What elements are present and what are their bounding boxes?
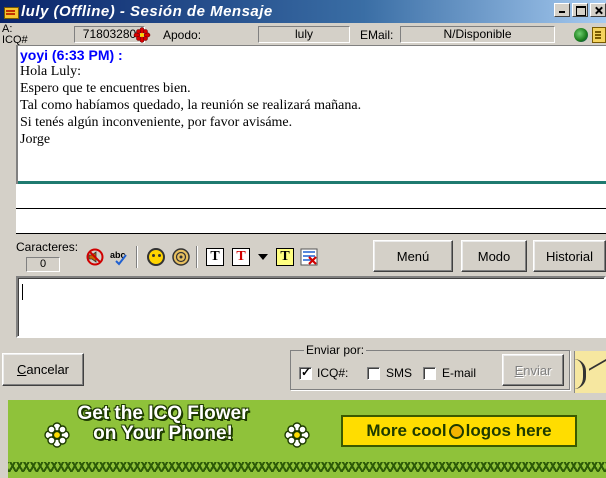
message-sender: yoyi (6:33 PM) :	[20, 47, 123, 63]
more-logos-link[interactable]: More cool logos here	[341, 415, 577, 447]
to-label-b: ICQ#	[2, 34, 28, 46]
flower-icon	[284, 422, 310, 448]
character-count-value: 0	[26, 257, 60, 272]
icq-flower-icon[interactable]	[133, 27, 151, 43]
toolbar-separator	[196, 246, 198, 268]
cancel-label-rest: ancelar	[26, 362, 70, 377]
sms-option-label: SMS	[386, 366, 413, 380]
icq-checkbox[interactable]	[299, 365, 312, 380]
banner-headline-line2: on Your Phone!	[93, 423, 233, 444]
nickname-label: Apodo:	[163, 28, 202, 42]
close-button[interactable]	[590, 3, 606, 17]
title-bar[interactable]: luly (Offline) - Sesión de Mensaje	[0, 0, 606, 23]
chevron-down-icon[interactable]	[256, 248, 270, 266]
message-line: Si tenés algún inconveniente, por favor …	[20, 115, 293, 130]
globe-icon[interactable]	[572, 27, 590, 43]
mode-button[interactable]: Modo	[461, 240, 527, 272]
sms-checkbox[interactable]	[367, 367, 380, 380]
message-line: Tal como habíamos quedado, la reunión se…	[20, 98, 362, 113]
email-checkbox[interactable]	[423, 367, 436, 380]
message-line: Espero que te encuentres bien.	[20, 81, 191, 96]
toolbar-separator	[136, 246, 138, 268]
icq-option-label: ICQ#:	[317, 366, 349, 380]
email-option-label: E-mail	[442, 366, 477, 380]
menu-button[interactable]: Menú	[373, 240, 453, 272]
email-label: EMail:	[360, 28, 394, 42]
character-count-label: Caracteres:	[16, 240, 79, 254]
divider-line	[16, 233, 606, 234]
cancel-mnemonic: C	[16, 362, 27, 377]
cta-text-part1: More cool	[366, 421, 447, 440]
nickname-field[interactable]: luly	[258, 26, 350, 43]
window-controls	[552, 3, 606, 17]
clear-formatting-icon[interactable]	[300, 248, 318, 266]
notes-icon[interactable]	[592, 27, 606, 43]
message-session-icon	[3, 5, 19, 19]
font-icon[interactable]: T	[206, 248, 224, 266]
compose-toolbar: Caracteres: 0 abc T T T Menú Modo Histor…	[0, 238, 606, 274]
history-blank-area	[16, 184, 606, 208]
banner-headline-line1: Get the ICQ Flower	[77, 403, 249, 424]
contact-header: A: ICQ# 71803280 Apodo: luly EMail: N/Di…	[0, 24, 606, 46]
smiley-logo-icon	[448, 423, 464, 439]
to-label-a: A:	[2, 23, 13, 35]
message-line: Jorge	[20, 132, 51, 147]
background-color-icon[interactable]: T	[276, 248, 294, 266]
to-label: A: ICQ#	[2, 23, 28, 46]
minimize-button[interactable]	[554, 3, 570, 17]
send-button[interactable]: Enviar	[502, 354, 564, 386]
email-field[interactable]: N/Disponible	[400, 26, 555, 43]
status-illustration	[574, 351, 606, 393]
send-label-rest: nviar	[523, 362, 552, 378]
spell-check-icon[interactable]: abc	[110, 248, 128, 266]
history-blank-area	[16, 209, 606, 233]
history-button[interactable]: Historial	[533, 240, 606, 272]
smiley-icon[interactable]	[147, 248, 165, 266]
cancel-button[interactable]: Cancelar	[2, 353, 84, 386]
banner-headline: Get the ICQ Flower on Your Phone!	[48, 404, 278, 444]
message-line: Hola Luly:	[20, 64, 82, 79]
text-color-icon[interactable]: T	[232, 248, 250, 266]
text-caret	[22, 284, 23, 300]
window-title: luly (Offline) - Sesión de Mensaje	[21, 3, 273, 20]
message-session-window: luly (Offline) - Sesión de Mensaje A: IC…	[0, 0, 606, 478]
no-sound-icon[interactable]	[86, 248, 104, 266]
send-mnemonic: E	[514, 362, 524, 378]
message-input[interactable]	[16, 276, 606, 338]
banner-pattern	[8, 462, 606, 472]
cta-text-part2: logos here	[465, 421, 552, 440]
maximize-button[interactable]	[572, 3, 588, 17]
send-via-label: Enviar por:	[304, 343, 367, 357]
user-details-icon[interactable]	[172, 248, 190, 266]
message-history[interactable]: yoyi (6:33 PM) : Hola Luly: Espero que t…	[16, 45, 606, 184]
ad-banner[interactable]: Get the ICQ Flower on Your Phone! More c…	[8, 400, 606, 478]
